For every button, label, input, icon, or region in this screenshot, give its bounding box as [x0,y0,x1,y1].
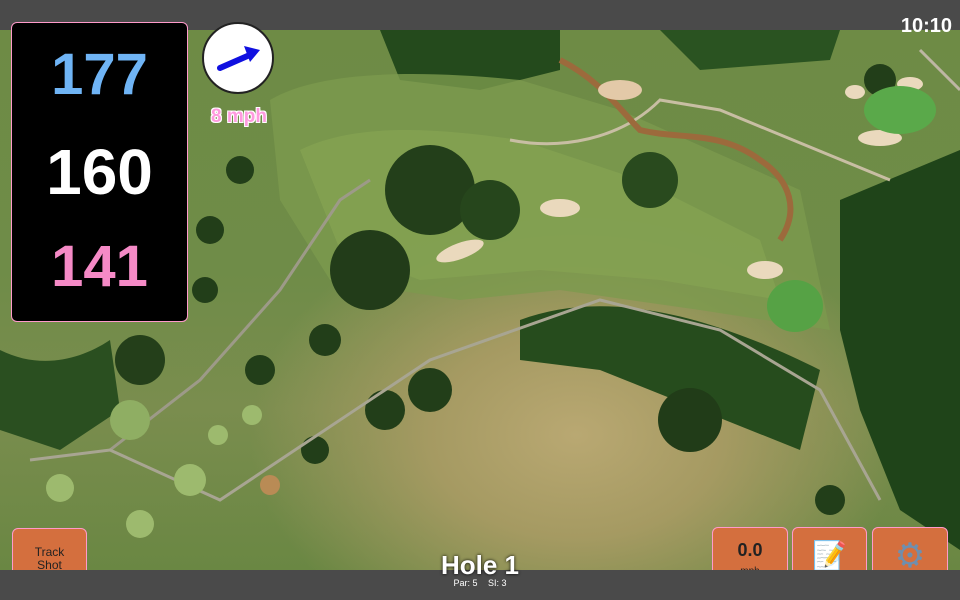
front-yardage: 141 [51,234,148,299]
notepad-icon: 📝 [812,540,847,571]
middle-yardage: 160 [46,136,153,208]
wind-speed: 8 mph [211,106,267,127]
speed-value: 0.0 [737,540,763,560]
wind-indicator [202,22,274,94]
hole-par: Par: 5 [453,578,478,588]
hole-info: Par: 5 SI: 3 [380,578,580,588]
gear-icon: ⚙ [894,537,926,575]
hole-title: Hole 1 [440,550,520,580]
yardage-panel: 177 160 141 [11,22,188,322]
hole-stroke-index: SI: 3 [488,578,507,588]
back-yardage: 177 [51,42,148,107]
wind-arrow-icon [217,46,260,71]
status-time: 10:10 [900,15,952,37]
